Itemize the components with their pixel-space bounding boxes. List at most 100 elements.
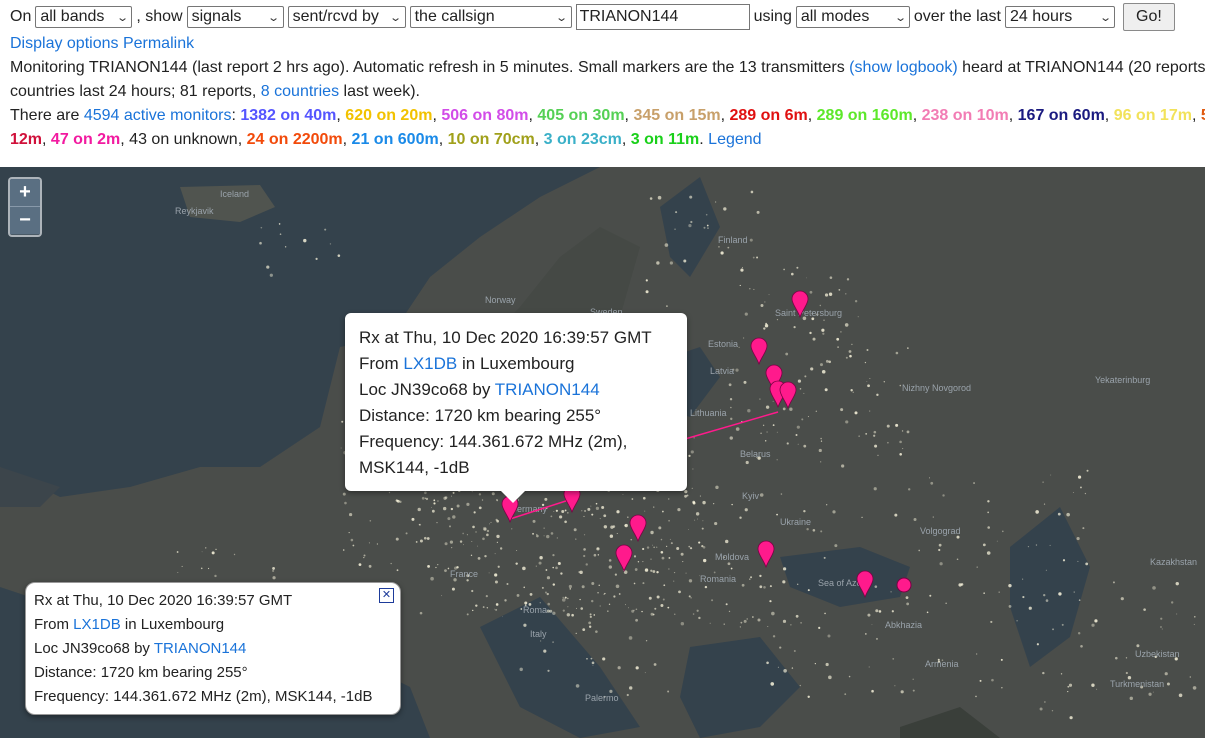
map-label: Estonia [708, 339, 738, 349]
band-counts: 1382 on 40m, 620 on 20m, 506 on 80m, 405… [240, 107, 1205, 124]
target-select[interactable]: the callsign ⌄ [409, 6, 572, 28]
band-count: 167 on 60m [1017, 107, 1105, 124]
band-count: 3 on 11m [630, 131, 700, 148]
status-text-2: heard at TRIANON144 (20 reports [957, 59, 1205, 76]
map-label: Uzbekistan [1135, 649, 1180, 659]
direction-select-value: sent/rcvd by [292, 8, 379, 25]
map-label: Roma [523, 605, 547, 615]
status-text-3: countries last 24 hours; 81 reports, [10, 83, 261, 100]
chevron-down-icon: ⌄ [389, 11, 403, 24]
band-count: 238 on 10m [921, 107, 1009, 124]
band-count: 289 on 160m [816, 107, 913, 124]
map-label: Turkmenistan [1110, 679, 1164, 689]
map-label: Nizhny Novgorod [902, 383, 971, 393]
map-label: Romania [700, 574, 736, 584]
legend-link[interactable]: Legend [708, 131, 761, 148]
map-label: Palermo [585, 693, 619, 703]
zoom-out-button[interactable]: − [10, 206, 40, 234]
box-rx-time: Rx at Thu, 10 Dec 2020 16:39:57 GMT [34, 592, 293, 609]
map-label: Moldova [715, 552, 749, 562]
callsign-input[interactable]: TRIANON144 [575, 4, 750, 30]
map-label: Iceland [220, 189, 249, 199]
map-label: Lithuania [690, 408, 727, 418]
popup-loc-callsign-link[interactable]: TRIANON144 [495, 380, 600, 399]
status-text-4: last week). [339, 83, 420, 100]
map-label: Belarus [740, 449, 771, 459]
map-label: Ukraine [780, 517, 811, 527]
band-count: 47 on 2m [50, 131, 121, 148]
popup-distance: Distance: 1720 km bearing 255° [359, 406, 602, 425]
box-distance: Distance: 1720 km bearing 255° [34, 664, 248, 681]
map-label: Reykjavik [175, 206, 214, 216]
mode-select-value: all modes [800, 8, 870, 25]
map[interactable]: Iceland Reykjavik Finland Norway Sweden Eston… [0, 167, 1205, 738]
band-select-value: all bands [40, 8, 105, 25]
zoom-in-button[interactable]: + [10, 179, 40, 206]
monitors-colon: : [231, 107, 241, 124]
using-label: using [753, 8, 792, 25]
popup-rx-time: Rx at Thu, 10 Dec 2020 16:39:57 GMT [359, 328, 652, 347]
map-label: Kyiv [742, 491, 760, 501]
box-loc-prefix: Loc JN39co68 by [34, 640, 154, 657]
band-count: 345 on 15m [633, 107, 721, 124]
popup-from-suffix: in Luxembourg [457, 354, 575, 373]
show-select-value: signals [191, 8, 242, 25]
popup-tail [501, 491, 525, 503]
close-icon[interactable]: ✕ [379, 588, 394, 603]
zoom-control: + − [8, 177, 42, 237]
box-from-prefix: From [34, 616, 74, 633]
monitors-line: There are 4594 active monitors: 1382 on … [10, 107, 1205, 125]
popup-from-line: From LX1DB in Luxembourg [359, 351, 673, 377]
map-label: Latvia [710, 366, 734, 376]
info-box: ✕ Rx at Thu, 10 Dec 2020 16:39:57 GMT Fr… [25, 582, 401, 715]
map-label: Armenia [925, 659, 959, 669]
options-links: Display options Permalink [10, 35, 194, 53]
map-label: Kazakhstan [1150, 557, 1197, 567]
band-count: 96 on 17m [1113, 107, 1192, 124]
map-info-popup: Rx at Thu, 10 Dec 2020 16:39:57 GMT From… [345, 313, 687, 503]
map-label: Yekaterinburg [1095, 375, 1150, 385]
chevron-down-icon: ⌄ [116, 11, 130, 24]
box-loc-line: Loc JN39co68 by TRIANON144 [34, 637, 392, 661]
query-form: On all bands ⌄ , show signals ⌄ sent/rcvd … [10, 3, 1175, 31]
band-count: 3 on 23cm [543, 131, 622, 148]
countries-link[interactable]: 8 countries [261, 83, 339, 100]
box-loc-callsign-link[interactable]: TRIANON144 [154, 640, 247, 657]
band-count: 5 [1201, 107, 1205, 124]
band-count: 21 on 600m [351, 131, 439, 148]
control-panel: On all bands ⌄ , show signals ⌄ sent/rcvd … [0, 0, 1205, 166]
active-monitors-link[interactable]: 4594 active monitors [84, 107, 232, 124]
popup-from-prefix: From [359, 354, 404, 373]
chevron-down-icon: ⌄ [267, 11, 281, 24]
band-select[interactable]: all bands ⌄ [35, 6, 133, 28]
chevron-down-icon: ⌄ [555, 11, 569, 24]
over-label: over the last [913, 8, 1001, 25]
permalink-link[interactable]: Permalink [123, 35, 194, 52]
box-frequency: Frequency: 144.361.672 MHz (2m), MSK144,… [34, 688, 373, 705]
band-count: 506 on 80m [441, 107, 529, 124]
show-label: , show [136, 8, 183, 25]
box-from-callsign-link[interactable]: LX1DB [73, 616, 121, 633]
band-count: 405 on 30m [537, 107, 625, 124]
display-options-link[interactable]: Display options [10, 35, 119, 52]
show-select[interactable]: signals ⌄ [186, 6, 284, 28]
period-select[interactable]: 24 hours ⌄ [1005, 6, 1115, 28]
band-count: 1382 on 40m [240, 107, 337, 124]
popup-from-callsign-link[interactable]: LX1DB [403, 354, 457, 373]
map-label: Abkhazia [885, 620, 922, 630]
show-logbook-link[interactable]: (show logbook) [849, 59, 958, 76]
map-label: Norway [485, 295, 516, 305]
mode-select[interactable]: all modes ⌄ [795, 6, 910, 28]
map-marker[interactable] [896, 577, 912, 593]
go-button[interactable]: Go! [1123, 3, 1175, 31]
chevron-down-icon: ⌄ [1098, 11, 1112, 24]
status-line: Monitoring TRIANON144 (last report 2 hrs… [10, 59, 1205, 77]
chevron-down-icon: ⌄ [893, 11, 907, 24]
direction-select[interactable]: sent/rcvd by ⌄ [287, 6, 406, 28]
popup-loc-prefix: Loc JN39co68 by [359, 380, 495, 399]
band-count: 10 on 70cm [447, 131, 535, 148]
map-label: Volgograd [920, 526, 961, 536]
on-label: On [10, 8, 32, 25]
map-label: Italy [530, 629, 547, 639]
box-from-line: From LX1DB in Luxembourg [34, 613, 392, 637]
